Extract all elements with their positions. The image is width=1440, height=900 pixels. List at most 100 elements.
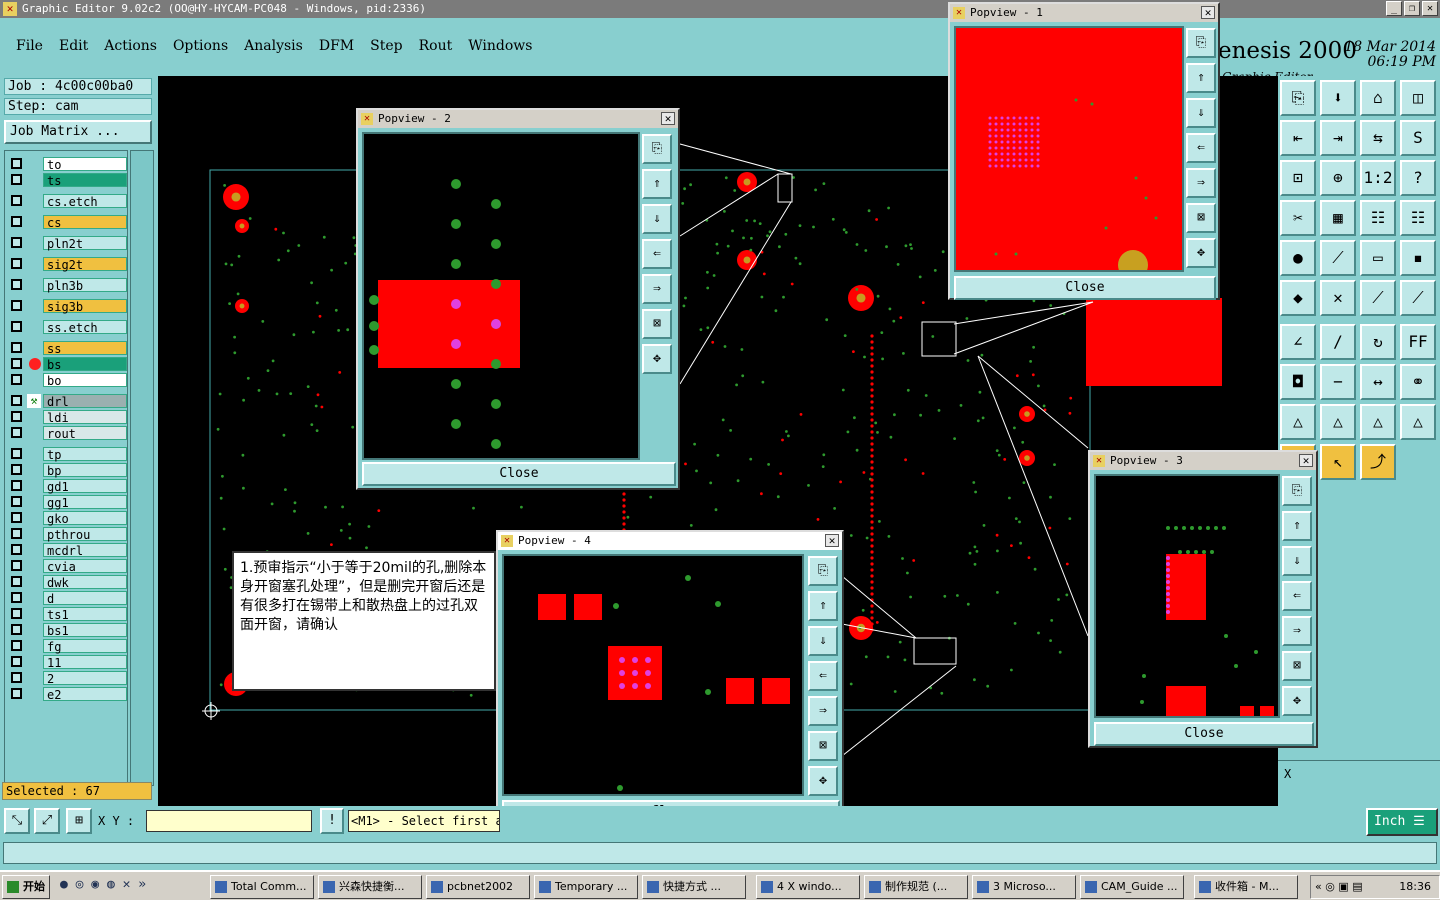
left-icon[interactable]: ⇤ [1280,120,1316,156]
layer-checkbox[interactable] [11,656,22,667]
layer-checkbox[interactable] [11,528,22,539]
xy-input[interactable] [146,810,312,832]
popview-down-icon[interactable]: ⇓ [808,626,838,656]
popview-fit-icon[interactable]: ⊠ [808,731,838,761]
popview-center-icon[interactable]: ✥ [808,766,838,796]
popview-fit-icon[interactable]: ⊠ [642,309,672,339]
taskbar-item[interactable]: 4 X windo... [756,875,860,899]
layer-checkbox[interactable] [11,464,22,475]
popview-left-icon[interactable]: ⇐ [1186,133,1216,163]
layer-row[interactable]: gd1 [9,479,127,494]
layer-name[interactable]: gko [43,511,127,526]
minus-icon[interactable]: − [1320,364,1356,400]
layer-row[interactable]: ss.etch [9,320,127,335]
menu-file[interactable]: File [16,38,43,54]
layer-name[interactable]: bs1 [43,623,127,638]
fit-icon[interactable]: ⊡ [1280,160,1316,196]
layer-name[interactable]: gg1 [43,495,127,510]
layer-checkbox[interactable] [11,544,22,555]
menu-actions[interactable]: Actions [104,38,157,54]
layer-scrollbar[interactable] [130,150,154,786]
popview-zoom-icon[interactable]: ⎘ [808,556,838,586]
close-icon[interactable]: ✕ [1422,1,1438,16]
layer-row[interactable]: cs.etch [9,194,127,209]
popview-3-close-button[interactable]: Close [1094,722,1314,746]
net-icon[interactable]: ☷ [1360,200,1396,236]
arc-icon[interactable]: ↻ [1360,324,1396,360]
layer-checkbox[interactable] [11,576,22,587]
popview-up-icon[interactable]: ⇑ [642,169,672,199]
popview-1-close-button[interactable]: Close [954,276,1216,300]
center-icon[interactable]: ⊕ [1320,160,1356,196]
layer-name[interactable]: 11 [43,655,127,670]
layer-row[interactable]: bp [9,463,127,478]
save-icon[interactable]: ⬇ [1320,80,1356,116]
ruler-icon[interactable]: ▭ [1360,240,1396,276]
right-icon[interactable]: ⇥ [1320,120,1356,156]
layer-row[interactable]: d [9,591,127,606]
layer-row[interactable]: drl ⚒ [9,394,127,409]
layer-row[interactable]: gg1 [9,495,127,510]
popview-center-icon[interactable]: ✥ [1282,686,1312,716]
layer-row[interactable]: 11 [9,655,127,670]
layer-checkbox[interactable] [11,560,22,571]
layer-name[interactable]: drl [43,394,127,409]
layer-checkbox[interactable] [11,480,22,491]
layer-name[interactable]: gd1 [43,479,127,494]
layer-checkbox[interactable] [11,158,22,169]
layer-row[interactable]: ldi [9,410,127,425]
popview-left-icon[interactable]: ⇐ [808,661,838,691]
layer-name[interactable]: dwk [43,575,127,590]
menu-analysis[interactable]: Analysis [244,38,303,54]
layer-row[interactable]: dwk [9,575,127,590]
taskbar-item[interactable]: 兴森快捷衡... [318,875,422,899]
close-icon[interactable]: ✕ [1299,454,1313,467]
tri-icon[interactable]: △ [1280,404,1316,440]
popview-1-view[interactable] [954,26,1184,272]
layer-checkbox[interactable] [11,300,22,311]
tools-icon[interactable]: ✂ [1280,200,1316,236]
popview-2-view[interactable] [362,132,640,460]
popview-center-icon[interactable]: ✥ [1186,238,1216,268]
layer-name[interactable]: ldi [43,410,127,425]
layer-row[interactable]: tp [9,447,127,462]
layer-name[interactable]: to [43,157,127,172]
layer-row[interactable]: cs [9,215,127,230]
layer-row[interactable]: pln2t [9,236,127,251]
layer-name[interactable]: bs [43,357,127,372]
start-button[interactable]: 开始 [2,875,50,899]
popview-2-close-button[interactable]: Close [362,462,676,486]
popview-down-icon[interactable]: ⇓ [1186,98,1216,128]
popview-zoom-icon[interactable]: ⎘ [642,134,672,164]
layer-row[interactable]: fg [9,639,127,654]
layer-name[interactable]: sig3b [43,299,127,314]
cross-icon[interactable]: ✕ [1320,280,1356,316]
popview-right-icon[interactable]: ⇒ [1282,616,1312,646]
slash-icon[interactable]: / [1320,324,1356,360]
layer-name[interactable]: bp [43,463,127,478]
menu-rout[interactable]: Rout [419,38,453,54]
link-icon[interactable]: ⚭ [1400,364,1436,400]
popview-down-icon[interactable]: ⇓ [642,204,672,234]
node-icon[interactable]: ◆ [1280,280,1316,316]
popview-3-view[interactable] [1094,474,1280,718]
grid-icon[interactable]: ⊞ [66,808,92,834]
layer-name[interactable]: cs [43,215,127,230]
layer-name[interactable]: ts1 [43,607,127,622]
layer-checkbox[interactable] [11,374,22,385]
layer-name[interactable]: cs.etch [43,194,127,209]
layer-name[interactable]: cvia [43,559,127,574]
popview-up-icon[interactable]: ⇑ [808,591,838,621]
cursor2-icon[interactable]: ↖ [1320,444,1356,480]
layer-checkbox[interactable] [11,395,22,406]
page-icon[interactable]: ⎘ [1280,80,1316,116]
route-icon[interactable]: ⤴ [1360,444,1396,480]
layer-row[interactable]: to [9,157,127,172]
zoom-area-icon[interactable]: ⤡ [4,808,30,834]
layer-checkbox[interactable] [11,512,22,523]
layer-row[interactable]: ts1 [9,607,127,622]
measure-icon[interactable]: ⤢ [34,808,60,834]
layer-checkbox[interactable] [11,624,22,635]
layer-checkbox[interactable] [11,237,22,248]
popview-zoom-icon[interactable]: ⎘ [1186,28,1216,58]
